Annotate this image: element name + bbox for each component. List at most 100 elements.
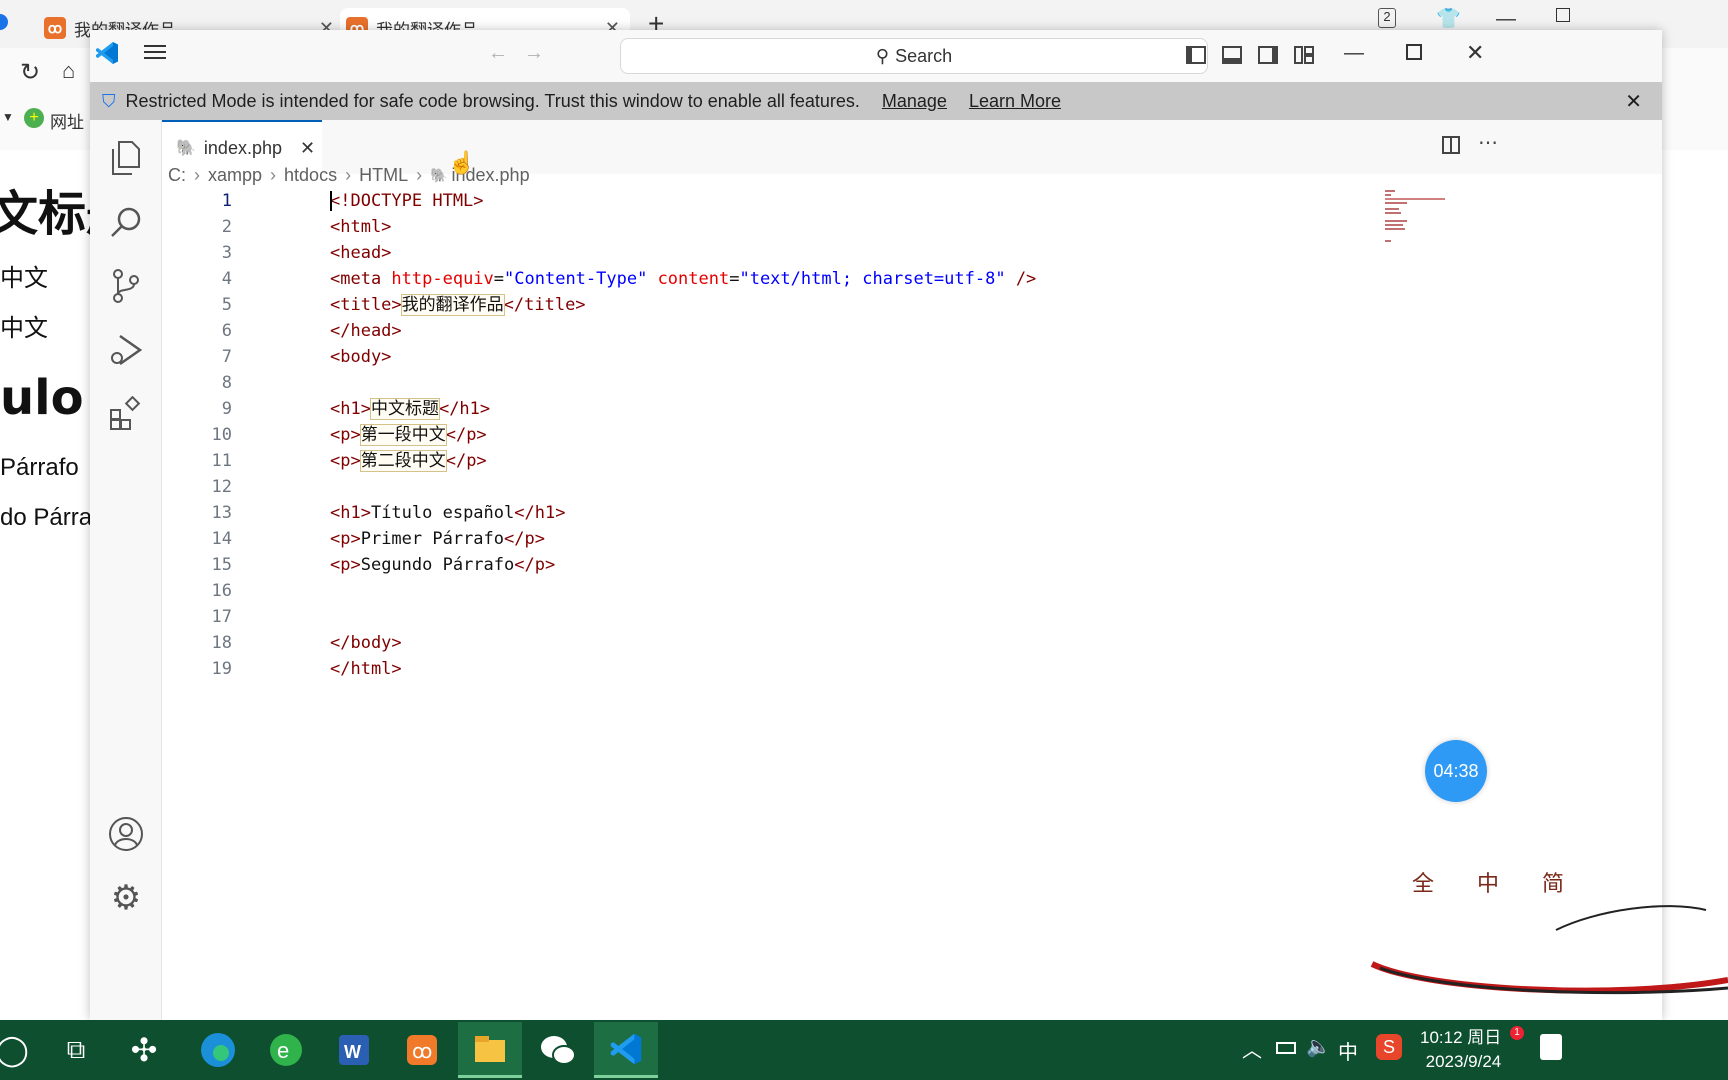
- line-number: 19: [211, 659, 232, 679]
- forward-arrow-icon[interactable]: →: [524, 42, 544, 65]
- line-number: 2: [221, 217, 232, 237]
- clock-date: 2023/9/24: [1425, 1052, 1502, 1071]
- ime-indicator[interactable]: 中: [1338, 1036, 1358, 1065]
- ie-browser-icon[interactable]: e: [254, 1022, 318, 1078]
- window-minimize-icon[interactable]: —: [1344, 42, 1364, 65]
- code-line: 5 <title>我的翻译作品</title>: [162, 292, 1562, 318]
- text-cursor: [330, 191, 332, 211]
- watermark-logo: 全 中 简: [1366, 872, 1728, 1000]
- sogou-ime-icon[interactable]: S: [1376, 1034, 1402, 1060]
- shirt-icon[interactable]: 👕: [1436, 6, 1461, 31]
- split-editor-icon[interactable]: [1442, 136, 1460, 154]
- minimap[interactable]: [1385, 190, 1465, 250]
- code-line: 2 <html>: [162, 214, 1562, 240]
- customize-layout-icon[interactable]: [1294, 46, 1314, 64]
- banner-close-icon[interactable]: ✕: [1625, 89, 1642, 114]
- task-view-icon[interactable]: ⧉: [44, 1022, 108, 1078]
- volume-icon[interactable]: 🔈: [1306, 1034, 1331, 1059]
- breadcrumb-item[interactable]: C:: [168, 165, 186, 186]
- vscode-logo-icon: [94, 40, 120, 71]
- toggle-panel-icon[interactable]: [1222, 46, 1242, 64]
- tray-chevron-icon[interactable]: ︿: [1242, 1034, 1262, 1063]
- code-token: />: [1005, 269, 1037, 289]
- manage-link[interactable]: Manage: [882, 91, 947, 112]
- line-number: 14: [211, 529, 232, 549]
- code-token: <p>: [330, 425, 361, 445]
- toggle-secondary-sidebar-icon[interactable]: [1258, 46, 1278, 64]
- toggle-primary-sidebar-icon[interactable]: [1186, 46, 1206, 64]
- line-number: 1: [221, 191, 232, 211]
- taskbar: ◯ ⧉ ✣ e W ꝏ ︿ 🔈 中 S 10:12 周日 2023/9/24 1: [0, 1020, 1728, 1080]
- svg-text:e: e: [277, 1038, 289, 1063]
- code-token: =: [729, 269, 740, 289]
- explorer-icon[interactable]: [104, 136, 148, 180]
- code-token: Segundo Párrafo: [360, 555, 515, 575]
- tab-close-icon[interactable]: ✕: [300, 138, 315, 159]
- tab-count-badge[interactable]: 2: [1378, 8, 1396, 28]
- wechat-icon[interactable]: [526, 1022, 590, 1078]
- code-token: <p>: [330, 451, 361, 471]
- line-number: 13: [211, 503, 232, 523]
- manage-gear-icon[interactable]: ⚙: [104, 876, 148, 920]
- run-and-debug-icon[interactable]: [104, 328, 148, 372]
- code-token: 我的翻译作品: [400, 294, 505, 316]
- code-token: =: [493, 269, 505, 289]
- search-sidebar-icon[interactable]: [104, 200, 148, 244]
- window-maximize-icon[interactable]: [1406, 44, 1422, 60]
- reload-icon[interactable]: ↻: [20, 58, 40, 87]
- xampp-icon[interactable]: ꝏ: [390, 1022, 454, 1078]
- learn-more-link[interactable]: Learn More: [969, 91, 1061, 112]
- bookmark-label[interactable]: 网址: [50, 108, 84, 133]
- breadcrumb-item[interactable]: HTML: [359, 165, 408, 186]
- pinwheel-app-icon[interactable]: ✣: [112, 1022, 176, 1078]
- code-token: 第二段中文: [359, 450, 447, 472]
- code-line: 15 <p>Segundo Párrafo</p>: [162, 552, 1562, 578]
- minimize-icon[interactable]: —: [1496, 8, 1516, 31]
- code-token: </h1>: [514, 503, 566, 523]
- code-line: 4 <meta http-equiv="Content-Type" content…: [162, 266, 1562, 292]
- code-token: <!DOCTYPE HTML>: [330, 191, 484, 211]
- code-token: <head>: [330, 243, 392, 263]
- svg-text:ꝏ: ꝏ: [412, 1041, 432, 1063]
- code-token: <meta: [330, 269, 392, 289]
- source-control-icon[interactable]: [104, 264, 148, 308]
- code-token: </p>: [445, 425, 487, 445]
- code-token: </h1>: [438, 399, 491, 419]
- editor-tab-label: index.php: [203, 137, 282, 158]
- code-token: "text/html; charset=utf-8": [739, 269, 1006, 289]
- line-number: 16: [211, 581, 232, 601]
- clock[interactable]: 10:12 周日 2023/9/24: [1420, 1026, 1501, 1074]
- accounts-icon[interactable]: [104, 812, 148, 856]
- edge-browser-icon[interactable]: [186, 1022, 250, 1078]
- command-center-search[interactable]: ⚲ Search: [620, 38, 1208, 74]
- extensions-icon[interactable]: [104, 392, 148, 436]
- notification-center-icon[interactable]: [1540, 1034, 1562, 1060]
- code-line: 8: [162, 370, 1562, 396]
- code-line: 12: [162, 474, 1562, 500]
- code-line: 9 <h1>中文标题</h1>: [162, 396, 1562, 422]
- file-explorer-icon[interactable]: [458, 1022, 522, 1078]
- breadcrumb-item[interactable]: xampp: [208, 165, 262, 186]
- code-line: 3 <head>: [162, 240, 1562, 266]
- code-token: <h1>: [330, 399, 371, 419]
- line-number: 3: [221, 243, 232, 263]
- bookmark-dropdown-icon[interactable]: ▼: [2, 110, 14, 124]
- webpage-paragraph-2: 中文: [0, 315, 48, 342]
- window-close-icon[interactable]: ✕: [1466, 40, 1484, 66]
- shield-icon: ⛉: [102, 90, 116, 111]
- code-token: 中文标题: [369, 398, 440, 420]
- more-actions-icon[interactable]: ⋯: [1478, 130, 1498, 155]
- browser-profile-icon[interactable]: [0, 14, 8, 30]
- battery-icon[interactable]: [1276, 1042, 1296, 1054]
- back-arrow-icon[interactable]: ←: [488, 42, 508, 65]
- floating-timer[interactable]: 04:38: [1425, 740, 1487, 802]
- windows-search-icon[interactable]: ◯: [0, 1022, 44, 1078]
- vscode-taskbar-icon[interactable]: [594, 1022, 658, 1078]
- notification-badge: 1: [1510, 1026, 1524, 1040]
- home-icon[interactable]: ⌂: [62, 58, 75, 84]
- restore-icon[interactable]: [1556, 8, 1570, 22]
- menu-icon[interactable]: [144, 42, 166, 67]
- breadcrumb-item[interactable]: htdocs: [284, 165, 337, 186]
- search-label: Search: [895, 45, 953, 66]
- word-icon[interactable]: W: [322, 1022, 386, 1078]
